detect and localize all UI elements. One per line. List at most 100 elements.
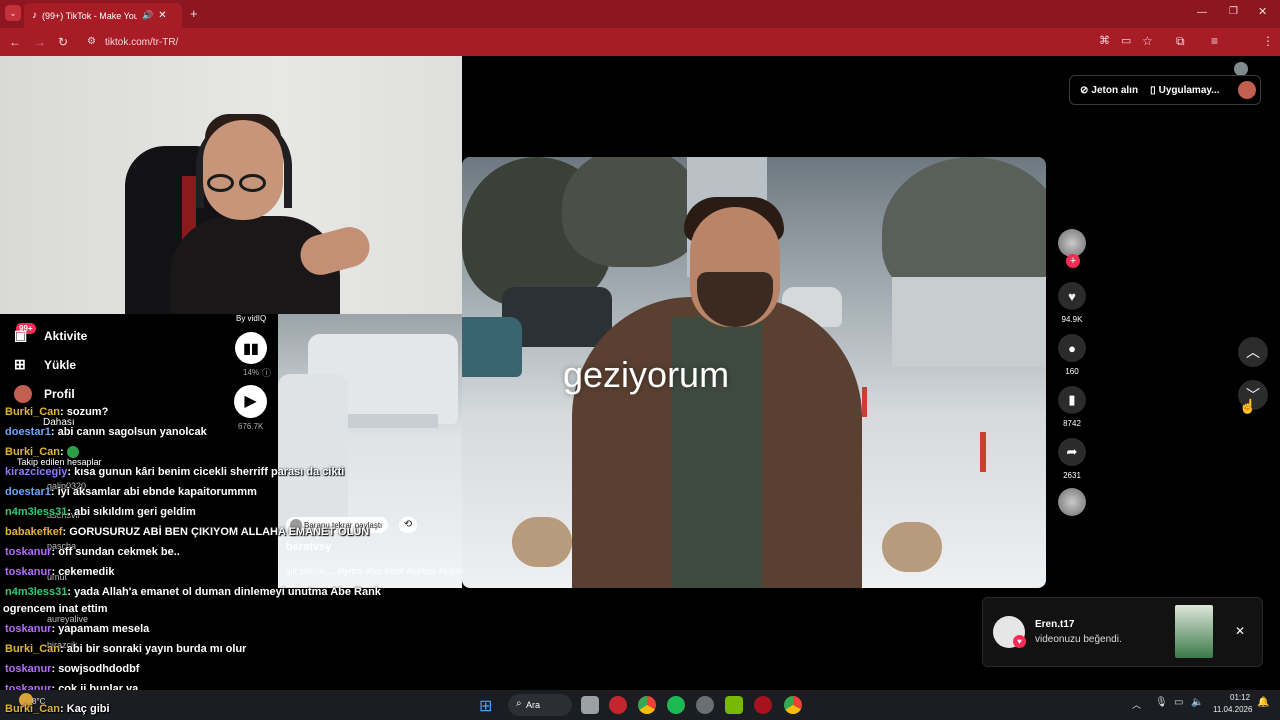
profile-avatar bbox=[14, 385, 32, 403]
coin-icon: ⊘ bbox=[1080, 84, 1089, 96]
save-count: 8742 bbox=[1063, 419, 1081, 428]
chat-message: Burki_Can: Kaç gibi bbox=[5, 703, 110, 715]
menu-kebab-icon[interactable]: ⋮ bbox=[1262, 35, 1274, 47]
search-label: Ara bbox=[526, 700, 541, 710]
get-app-button[interactable]: Uygulamay... bbox=[1159, 85, 1220, 96]
network-icon[interactable]: ▭ bbox=[1174, 697, 1183, 708]
chat-message: Burki_Can: abi bir sonraki yayın burda m… bbox=[5, 643, 247, 655]
vidiq-stats-button[interactable]: ▮▮ bbox=[235, 332, 267, 364]
cast-icon[interactable]: ▭ bbox=[1121, 36, 1131, 47]
site-info-icon[interactable]: ⚙ bbox=[87, 36, 96, 47]
app-red-icon[interactable] bbox=[609, 696, 627, 714]
new-tab-icon[interactable]: + bbox=[190, 7, 198, 20]
volume-icon[interactable]: 🔈 bbox=[1191, 697, 1203, 708]
close-icon[interactable]: ✕ bbox=[1235, 624, 1245, 638]
user-avatar[interactable] bbox=[1237, 81, 1256, 99]
comment-icon[interactable]: ● bbox=[1058, 334, 1086, 362]
translate-icon[interactable]: ⌘ bbox=[1099, 36, 1110, 47]
heart-icon[interactable]: ♥ bbox=[1058, 282, 1086, 310]
microphone-icon[interactable]: 🎙 bbox=[1155, 697, 1168, 708]
video-lyric-text: geziyorum bbox=[563, 354, 730, 395]
restore-icon[interactable]: ❐ bbox=[1229, 7, 1238, 17]
comment-action[interactable]: ● 160 bbox=[1058, 334, 1086, 376]
save-action[interactable]: ▮ 8742 bbox=[1058, 386, 1086, 428]
share-count: 2631 bbox=[1063, 471, 1081, 480]
browser-tab-bar: ⌄ ♪ (99+) TikTok - Make Your Da 🔊 ✕ + — … bbox=[0, 0, 1280, 28]
clock-time[interactable]: 01:12 bbox=[1230, 693, 1250, 702]
chrome-active-icon[interactable] bbox=[784, 696, 802, 714]
sidebar-item-label: Yükle bbox=[44, 357, 77, 372]
sound-avatar bbox=[1058, 488, 1086, 516]
info-icon[interactable]: ⓘ bbox=[262, 366, 271, 379]
chat-message: toskanur: off sundan cekmek be.. bbox=[5, 546, 180, 558]
forward-icon[interactable]: → bbox=[34, 36, 46, 48]
close-tab-icon[interactable]: ✕ bbox=[158, 10, 166, 21]
sidebar-item-upload[interactable]: ⊞ Yükle bbox=[14, 356, 76, 373]
inbox-icon: ▣ bbox=[14, 327, 28, 343]
speaker-icon[interactable]: 🔊 bbox=[142, 10, 153, 21]
notification-message: videonuzu beğendi. bbox=[1035, 634, 1122, 645]
share-icon[interactable]: ➦ bbox=[1058, 438, 1086, 466]
address-bar[interactable]: ⚙ tiktok.com/tr-TR/ bbox=[80, 31, 1090, 53]
plus-square-icon: ⊞ bbox=[14, 356, 26, 372]
tiktok-favicon-icon: ♪ bbox=[32, 10, 37, 21]
vidiq-percent: 14% bbox=[243, 368, 260, 377]
repost-icon[interactable]: ⟲ bbox=[399, 517, 417, 533]
chat-message: toskanur: cekemedik bbox=[5, 566, 115, 578]
back-icon[interactable]: ← bbox=[9, 36, 21, 48]
bookmark-star-icon[interactable]: ☆ bbox=[1142, 35, 1153, 47]
like-count: 94.9K bbox=[1061, 315, 1083, 324]
creator-avatar[interactable]: + bbox=[1058, 229, 1086, 268]
spotify-icon[interactable] bbox=[667, 696, 685, 714]
chat-message: doestar1: abi canın sagolsun yanolcak bbox=[5, 426, 207, 438]
get-coins-button[interactable]: Jeton alın bbox=[1091, 85, 1138, 96]
profile-avatar-icon[interactable] bbox=[1234, 62, 1248, 76]
browser-toolbar: ← → ↻ ⚙ tiktok.com/tr-TR/ ⌘ ▭ ☆ ⧉ ≡ ⋮ bbox=[0, 28, 1280, 76]
reload-icon[interactable]: ↻ bbox=[58, 36, 68, 48]
play-icon[interactable]: ▶ bbox=[234, 385, 267, 418]
video-player[interactable] bbox=[462, 157, 1046, 588]
video-author[interactable]: beratvsy bbox=[286, 541, 331, 553]
chat-message-continued: ogrencem inat ettim bbox=[3, 603, 108, 615]
creator-avatar-image bbox=[1058, 229, 1086, 257]
steam-icon[interactable] bbox=[696, 696, 714, 714]
share-action[interactable]: ➦ 2631 bbox=[1058, 438, 1086, 480]
follow-plus-icon[interactable]: + bbox=[1066, 254, 1080, 268]
nvidia-icon[interactable] bbox=[725, 696, 743, 714]
chat-message: kirazcicegiy: kısa gunun kâri benim cice… bbox=[5, 466, 345, 478]
webcam-overlay bbox=[0, 56, 462, 314]
bookmark-icon[interactable]: ▮ bbox=[1058, 386, 1086, 414]
chevron-up-icon: ︿ bbox=[1246, 344, 1260, 360]
chrome-icon[interactable] bbox=[638, 696, 656, 714]
task-view-icon[interactable] bbox=[581, 696, 599, 714]
extensions-icon[interactable]: ⧉ bbox=[1176, 35, 1185, 47]
taskbar-search[interactable]: ⌕ Ara bbox=[508, 694, 572, 716]
url-text: tiktok.com/tr-TR/ bbox=[105, 36, 179, 48]
video-thumbnail bbox=[1175, 605, 1213, 658]
sidebar-item-profile[interactable]: Profil bbox=[14, 385, 75, 403]
notification-toast[interactable]: ♥ Eren.t17 videonuzu beğendi. ✕ bbox=[982, 597, 1263, 667]
chat-message: doestar1: iyi aksamlar abi ebnde kapaito… bbox=[5, 486, 257, 498]
previous-video-button[interactable]: ︿ bbox=[1238, 337, 1268, 367]
music-disc[interactable] bbox=[1058, 488, 1086, 516]
comment-count: 160 bbox=[1065, 367, 1079, 376]
sidebar-item-activity[interactable]: ▣ Aktivite bbox=[14, 327, 87, 344]
minimize-icon[interactable]: — bbox=[1197, 8, 1207, 18]
chat-message: n4m3less31: yada Allah'a emanet ol duman… bbox=[5, 586, 381, 598]
tray-chevron-up-icon[interactable]: ︿ bbox=[1132, 698, 1141, 711]
chat-message: Burki_Can: sozum? bbox=[5, 406, 109, 418]
chat-message: babakefkef: GORUSURUZ ABİ BEN ÇIKIYOM AL… bbox=[5, 526, 370, 538]
like-action[interactable]: ♥ 94.9K bbox=[1058, 282, 1086, 324]
clock-date[interactable]: 11.04.2026 bbox=[1213, 705, 1252, 714]
notification-bell-icon[interactable]: 🔔 bbox=[1257, 697, 1269, 708]
emote-icon bbox=[66, 446, 79, 459]
tab-title: (99+) TikTok - Make Your Da bbox=[42, 10, 137, 21]
app-dark-red-icon[interactable] bbox=[754, 696, 772, 714]
media-control-icon[interactable]: ≡ bbox=[1211, 35, 1218, 47]
windows-start-icon[interactable]: ⊞ bbox=[479, 696, 492, 716]
vidiq-views: 676.7K bbox=[238, 422, 264, 431]
sidebar-item-label: Aktivite bbox=[44, 328, 88, 343]
tab-list-icon[interactable]: ⌄ bbox=[5, 5, 21, 21]
close-window-icon[interactable]: ✕ bbox=[1258, 7, 1267, 18]
tab-tiktok[interactable]: ♪ (99+) TikTok - Make Your Da 🔊 ✕ bbox=[24, 3, 182, 28]
